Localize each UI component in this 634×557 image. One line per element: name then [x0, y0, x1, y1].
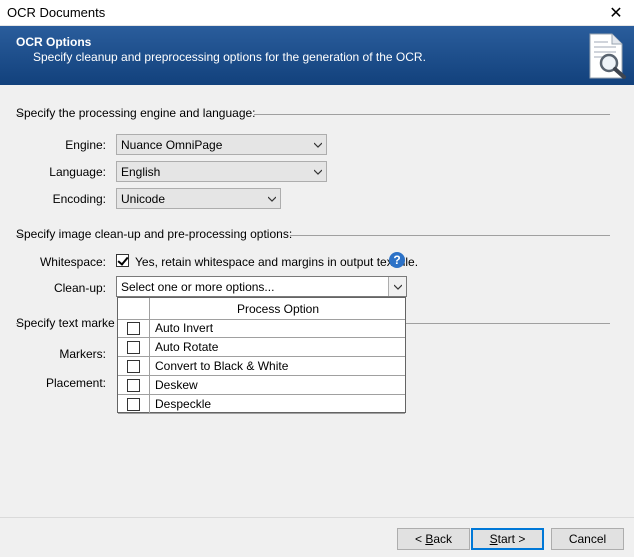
engine-label: Engine: — [65, 138, 106, 152]
engine-section-heading: Specify the processing engine and langua… — [16, 106, 256, 120]
option-checkbox[interactable] — [127, 322, 140, 335]
encoding-value: Unicode — [121, 192, 166, 206]
help-icon[interactable]: ? — [389, 252, 405, 268]
option-label: Despeckle — [155, 397, 212, 411]
text-markers-section-heading: Specify text marke — [16, 316, 115, 330]
document-magnifier-icon — [589, 33, 626, 79]
cancel-button[interactable]: Cancel — [551, 528, 624, 550]
option-label: Convert to Black & White — [155, 359, 289, 373]
banner-subtitle: Specify cleanup and preprocessing option… — [33, 50, 426, 64]
option-label: Auto Invert — [155, 321, 214, 335]
list-item[interactable]: Despeckle — [118, 395, 405, 414]
dropdown-button[interactable] — [388, 277, 406, 296]
start-button[interactable]: Start > — [471, 528, 544, 550]
section-divider — [16, 323, 22, 324]
language-select[interactable]: English — [116, 161, 327, 182]
option-checkbox[interactable] — [127, 360, 140, 373]
back-button[interactable]: < Back — [397, 528, 470, 550]
list-item[interactable]: Auto Invert — [118, 319, 405, 338]
cleanup-label: Clean-up: — [53, 281, 106, 295]
header-checkbox-cell — [118, 298, 150, 320]
option-checkbox[interactable] — [127, 341, 140, 354]
title-bar: OCR Documents ✕ — [0, 0, 634, 26]
banner-title: OCR Options — [16, 35, 92, 49]
process-option-header: Process Option — [236, 302, 320, 316]
cleanup-placeholder: Select one or more options... — [121, 280, 275, 294]
section-divider — [254, 114, 610, 115]
option-checkbox[interactable] — [127, 379, 140, 392]
placement-label: Placement: — [45, 376, 106, 390]
option-checkbox[interactable] — [127, 398, 140, 411]
language-value: English — [121, 165, 161, 179]
list-item[interactable]: Convert to Black & White — [118, 357, 405, 376]
encoding-select[interactable]: Unicode — [116, 188, 281, 209]
option-label: Auto Rotate — [155, 340, 219, 354]
section-divider — [16, 235, 22, 236]
list-item[interactable]: Auto Rotate — [118, 338, 405, 357]
chevron-down-icon — [314, 169, 322, 175]
section-divider — [406, 323, 610, 324]
footer-divider — [0, 517, 634, 518]
list-item[interactable]: Deskew — [118, 376, 405, 395]
encoding-label: Encoding: — [52, 192, 106, 206]
option-label: Deskew — [155, 378, 198, 392]
cleanup-options-dropdown: Process Option Auto Invert Auto Rotate C… — [117, 297, 406, 414]
chevron-down-icon — [314, 142, 322, 148]
whitespace-checkbox[interactable] — [116, 254, 129, 267]
language-label: Language: — [49, 165, 106, 179]
chevron-down-icon — [268, 196, 276, 202]
chevron-down-icon — [394, 284, 402, 290]
cleanup-select[interactable]: Select one or more options... — [116, 276, 407, 297]
whitespace-text: Yes, retain whitespace and margins in ou… — [135, 255, 419, 269]
close-icon[interactable]: ✕ — [598, 0, 634, 26]
section-divider — [16, 114, 22, 115]
section-divider — [290, 235, 610, 236]
whitespace-label: Whitespace: — [39, 255, 106, 269]
engine-value: Nuance OmniPage — [121, 138, 223, 152]
markers-label: Markers: — [59, 347, 106, 361]
engine-select[interactable]: Nuance OmniPage — [116, 134, 327, 155]
dropdown-header: Process Option — [118, 298, 405, 320]
cleanup-section-heading: Specify image clean-up and pre-processin… — [16, 227, 293, 241]
window-title: OCR Documents — [7, 5, 106, 20]
header-banner: OCR Options Specify cleanup and preproce… — [0, 26, 634, 85]
